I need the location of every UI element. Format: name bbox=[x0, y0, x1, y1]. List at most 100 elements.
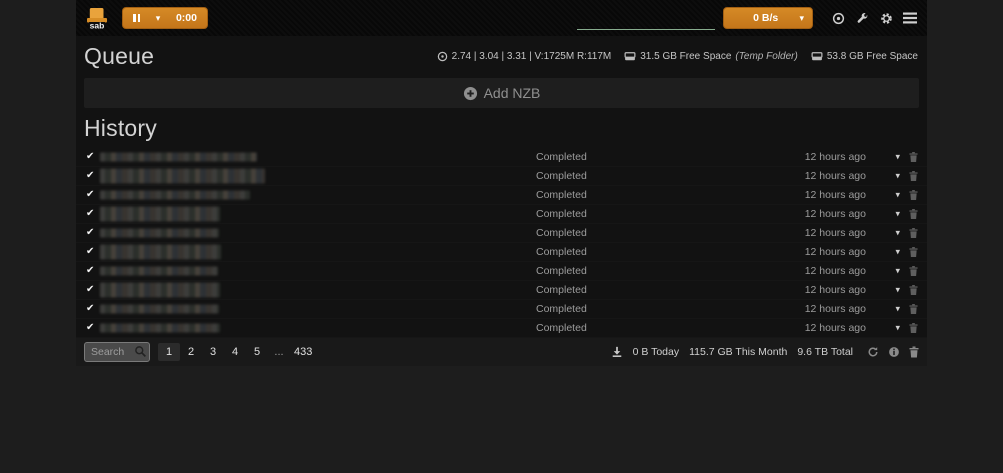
history-item-name-redacted[interactable] bbox=[100, 283, 220, 298]
info-button[interactable] bbox=[888, 346, 900, 358]
history-item-name-redacted[interactable] bbox=[100, 191, 250, 200]
sabnzbd-logo[interactable]: sab bbox=[84, 5, 110, 31]
trash-icon bbox=[909, 171, 918, 182]
check-icon: ✔ bbox=[86, 228, 94, 238]
gauge-icon bbox=[437, 51, 448, 62]
page-button-1[interactable]: 1 bbox=[158, 343, 180, 361]
add-nzb-label: Add NZB bbox=[484, 85, 541, 101]
age-label: 12 hours ago bbox=[805, 208, 866, 220]
search-icon[interactable] bbox=[134, 345, 147, 363]
age-label: 12 hours ago bbox=[805, 284, 866, 296]
pause-resume-button-group[interactable]: ▾ 0:00 bbox=[122, 7, 208, 29]
history-item-name-redacted[interactable] bbox=[100, 207, 220, 222]
system-load-group: 2.74 | 3.04 | 3.31 | V:1725M R:117M bbox=[437, 51, 612, 62]
page-button-last[interactable]: 433 bbox=[290, 343, 316, 361]
age-label: 12 hours ago bbox=[805, 246, 866, 258]
history-row: ✔ Completed 12 hours ago ▾ bbox=[76, 224, 927, 243]
queue-stats-bar: 2.74 | 3.04 | 3.31 | V:1725M R:117M 31.5… bbox=[429, 51, 918, 62]
check-icon: ✔ bbox=[86, 285, 94, 295]
history-row: ✔ Completed 12 hours ago ▾ bbox=[76, 167, 927, 186]
history-item-name-redacted[interactable] bbox=[100, 305, 219, 314]
age-label: 12 hours ago bbox=[805, 189, 866, 201]
caret-down-icon: ▾ bbox=[156, 14, 161, 23]
speed-limit-button[interactable]: 0 B/s ▾ bbox=[723, 7, 813, 29]
check-icon: ✔ bbox=[86, 171, 94, 181]
delete-item-button[interactable] bbox=[909, 304, 918, 315]
sabnzbd-app: sab ▾ 0:00 0 B/s ▾ bbox=[76, 0, 927, 366]
status-dot-button[interactable] bbox=[829, 9, 847, 27]
wrench-icon bbox=[856, 12, 869, 25]
refresh-icon bbox=[867, 346, 879, 358]
plus-circle-icon bbox=[463, 86, 478, 101]
history-item-name-redacted[interactable] bbox=[100, 245, 221, 260]
status-label: Completed bbox=[536, 227, 587, 239]
item-actions-caret[interactable]: ▾ bbox=[895, 190, 900, 201]
item-actions-caret[interactable]: ▾ bbox=[895, 266, 900, 277]
item-actions-caret[interactable]: ▾ bbox=[895, 171, 900, 182]
history-list: ✔ Completed 12 hours ago ▾ ✔ Completed 1… bbox=[76, 148, 927, 338]
item-actions-caret[interactable]: ▾ bbox=[895, 304, 900, 315]
delete-item-button[interactable] bbox=[909, 152, 918, 163]
item-actions-caret[interactable]: ▾ bbox=[895, 228, 900, 239]
trash-icon bbox=[909, 266, 918, 277]
history-item-name-redacted[interactable] bbox=[100, 267, 218, 276]
stat-today: 0 B Today bbox=[633, 346, 680, 358]
delete-item-button[interactable] bbox=[909, 285, 918, 296]
delete-item-button[interactable] bbox=[909, 247, 918, 258]
history-row: ✔ Completed 12 hours ago ▾ bbox=[76, 262, 927, 281]
stat-month: 115.7 GB This Month bbox=[689, 346, 787, 358]
age-label: 12 hours ago bbox=[805, 151, 866, 163]
purge-history-button[interactable] bbox=[909, 346, 919, 358]
free-space-temp-group: 31.5 GB Free Space (Temp Folder) bbox=[624, 51, 798, 62]
history-item-name-redacted[interactable] bbox=[100, 229, 219, 238]
pause-timer: 0:00 bbox=[176, 12, 197, 24]
history-item-name-redacted[interactable] bbox=[100, 153, 257, 162]
delete-item-button[interactable] bbox=[909, 323, 918, 334]
drive-icon bbox=[624, 51, 636, 62]
delete-item-button[interactable] bbox=[909, 266, 918, 277]
drive-icon bbox=[811, 51, 823, 62]
check-icon: ✔ bbox=[86, 209, 94, 219]
history-row: ✔ Completed 12 hours ago ▾ bbox=[76, 148, 927, 167]
item-actions-caret[interactable]: ▾ bbox=[895, 285, 900, 296]
free-space-temp-note: (Temp Folder) bbox=[735, 51, 797, 62]
free-space-temp-value: 31.5 GB Free Space bbox=[640, 51, 731, 62]
page-button-5[interactable]: 5 bbox=[246, 343, 268, 361]
item-actions-caret[interactable]: ▾ bbox=[895, 209, 900, 220]
status-label: Completed bbox=[536, 189, 587, 201]
delete-item-button[interactable] bbox=[909, 209, 918, 220]
history-item-name-redacted[interactable] bbox=[100, 324, 220, 333]
wrench-button[interactable] bbox=[853, 9, 871, 27]
item-actions-caret[interactable]: ▾ bbox=[895, 247, 900, 258]
status-label: Completed bbox=[536, 284, 587, 296]
history-title: History bbox=[76, 108, 927, 148]
delete-item-button[interactable] bbox=[909, 171, 918, 182]
age-label: 12 hours ago bbox=[805, 303, 866, 315]
refresh-button[interactable] bbox=[867, 346, 879, 358]
page-button-4[interactable]: 4 bbox=[224, 343, 246, 361]
trash-icon bbox=[909, 190, 918, 201]
status-label: Completed bbox=[536, 170, 587, 182]
top-navbar: sab ▾ 0:00 0 B/s ▾ bbox=[76, 0, 927, 36]
check-icon: ✔ bbox=[86, 152, 94, 162]
item-actions-caret[interactable]: ▾ bbox=[895, 323, 900, 334]
page-button-3[interactable]: 3 bbox=[202, 343, 224, 361]
delete-item-button[interactable] bbox=[909, 190, 918, 201]
main-panel: Queue 2.74 | 3.04 | 3.31 | V:1725M R:117… bbox=[76, 36, 927, 366]
item-actions-caret[interactable]: ▾ bbox=[895, 152, 900, 163]
delete-item-button[interactable] bbox=[909, 228, 918, 239]
add-nzb-dropzone[interactable]: Add NZB bbox=[84, 78, 919, 108]
settings-button[interactable] bbox=[877, 9, 895, 27]
history-footer: 1 2 3 4 5 ... 433 0 B Today 115.7 GB Thi… bbox=[76, 338, 927, 366]
download-icon bbox=[611, 346, 623, 358]
footer-action-icons bbox=[867, 346, 919, 358]
trash-icon bbox=[909, 323, 918, 334]
history-item-name-redacted[interactable] bbox=[100, 169, 265, 184]
history-search bbox=[84, 342, 150, 362]
menu-button[interactable] bbox=[901, 9, 919, 27]
age-label: 12 hours ago bbox=[805, 265, 866, 277]
trash-icon bbox=[909, 152, 918, 163]
page-button-2[interactable]: 2 bbox=[180, 343, 202, 361]
status-label: Completed bbox=[536, 322, 587, 334]
free-space-group: 53.8 GB Free Space bbox=[811, 51, 918, 62]
